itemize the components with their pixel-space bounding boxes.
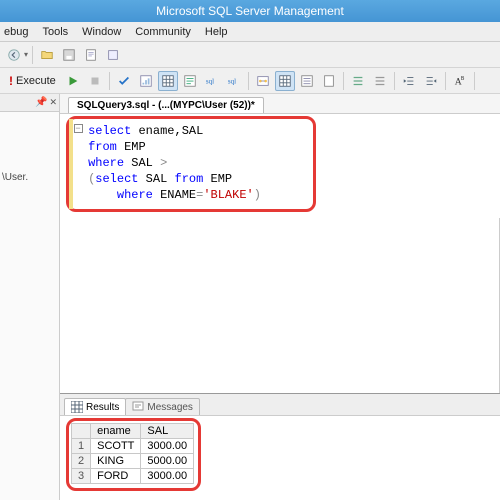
menu-tools[interactable]: Tools	[42, 26, 68, 38]
cell-sal[interactable]: 3000.00	[141, 469, 194, 484]
sql-icon[interactable]: sql	[202, 71, 222, 91]
separator	[474, 72, 475, 90]
tree-node[interactable]: \User.	[0, 112, 59, 183]
separator	[32, 46, 33, 64]
play-debug-button[interactable]	[63, 71, 83, 91]
highlight-box-query: − select ename,SAL from EMP where SAL > …	[66, 116, 316, 212]
object-explorer-panel: 📌 ✕ \User.	[0, 94, 60, 500]
comment-button[interactable]	[348, 71, 368, 91]
col-ename[interactable]: ename	[91, 424, 141, 439]
table-row[interactable]: 2 KING 5000.00	[72, 454, 194, 469]
sql-code[interactable]: select ename,SAL from EMP where SAL > (s…	[88, 123, 261, 203]
row-header-blank	[72, 424, 91, 439]
messages-icon	[132, 401, 144, 413]
cell-sal[interactable]: 5000.00	[141, 454, 194, 469]
execute-button[interactable]: ! Execute	[4, 71, 61, 91]
separator	[109, 72, 110, 90]
menu-bar: ebug Tools Window Community Help	[0, 22, 500, 42]
decrease-indent-button[interactable]	[399, 71, 419, 91]
execute-label: Execute	[16, 75, 56, 87]
main-area: 📌 ✕ \User. SQLQuery3.sql - (...(MYPC\Use…	[0, 94, 500, 500]
panel-header: 📌 ✕	[0, 94, 59, 112]
cell-ename[interactable]: SCOTT	[91, 439, 141, 454]
highlight-box-results: ename SAL 1 SCOTT 3000.00 2 KING 5000.00	[66, 418, 201, 491]
nav-back-button[interactable]	[4, 45, 24, 65]
stop-button[interactable]	[85, 71, 105, 91]
col-sal[interactable]: SAL	[141, 424, 194, 439]
properties-icon[interactable]	[103, 45, 123, 65]
code-editor[interactable]: − select ename,SAL from EMP where SAL > …	[60, 114, 500, 218]
separator	[248, 72, 249, 90]
results-grid[interactable]: ename SAL 1 SCOTT 3000.00 2 KING 5000.00	[71, 423, 194, 484]
execute-icon: !	[9, 74, 13, 88]
table-row[interactable]: 3 FORD 3000.00	[72, 469, 194, 484]
parse-check-button[interactable]	[114, 71, 134, 91]
display-plan-button[interactable]	[136, 71, 156, 91]
header-row: ename SAL	[72, 424, 194, 439]
results-tab-strip: Results Messages	[60, 394, 500, 416]
toolbar-query: ! Execute sql sql AB	[0, 68, 500, 94]
separator	[394, 72, 395, 90]
separator	[343, 72, 344, 90]
results-grid-button[interactable]	[158, 71, 178, 91]
menu-window[interactable]: Window	[82, 26, 121, 38]
cell-ename[interactable]: KING	[91, 454, 141, 469]
results-file-button[interactable]	[319, 71, 339, 91]
menu-community[interactable]: Community	[135, 26, 191, 38]
menu-help[interactable]: Help	[205, 26, 228, 38]
table-row[interactable]: 1 SCOTT 3000.00	[72, 439, 194, 454]
menu-debug[interactable]: ebug	[4, 26, 28, 38]
close-icon[interactable]: ✕	[49, 97, 57, 108]
window-titlebar: Microsoft SQL Server Management	[0, 0, 500, 22]
document-tab[interactable]: SQLQuery3.sql - (...(MYPC\User (52))*	[68, 97, 264, 113]
separator	[445, 72, 446, 90]
results-text-button[interactable]	[180, 71, 200, 91]
document-tab-strip: SQLQuery3.sql - (...(MYPC\User (52))*	[60, 94, 500, 114]
editor-whitespace[interactable]	[60, 218, 500, 393]
window-title: Microsoft SQL Server Management	[156, 4, 344, 18]
sql-icon-2[interactable]: sql	[224, 71, 244, 91]
results-grid-wrap: ename SAL 1 SCOTT 3000.00 2 KING 5000.00	[60, 416, 500, 500]
svg-text:B: B	[461, 76, 465, 82]
toolbar-main: ▾	[0, 42, 500, 68]
pin-icon[interactable]: 📌	[35, 97, 47, 108]
script-icon[interactable]	[81, 45, 101, 65]
editor-area: SQLQuery3.sql - (...(MYPC\User (52))* − …	[60, 94, 500, 500]
tab-results[interactable]: Results	[64, 398, 126, 415]
tab-results-label: Results	[86, 402, 119, 413]
save-icon[interactable]	[59, 45, 79, 65]
folder-icon[interactable]	[37, 45, 57, 65]
row-number: 2	[72, 454, 91, 469]
results-pane: Results Messages ename SAL 1	[60, 393, 500, 500]
svg-text:sql: sql	[206, 77, 214, 85]
svg-text:sql: sql	[228, 77, 236, 85]
chevron-down-icon: ▾	[24, 50, 28, 59]
uncomment-button[interactable]	[370, 71, 390, 91]
specify-values-button[interactable]: AB	[450, 71, 470, 91]
cell-sal[interactable]: 3000.00	[141, 439, 194, 454]
fold-gutter[interactable]: −	[71, 123, 85, 134]
row-number: 1	[72, 439, 91, 454]
tab-messages[interactable]: Messages	[125, 398, 200, 415]
results-options-button[interactable]	[297, 71, 317, 91]
tab-messages-label: Messages	[147, 402, 193, 413]
increase-indent-button[interactable]	[421, 71, 441, 91]
include-stats-button[interactable]	[275, 71, 295, 91]
cell-ename[interactable]: FORD	[91, 469, 141, 484]
change-marker	[69, 119, 73, 209]
grid-icon	[71, 401, 83, 413]
include-plan-button[interactable]	[253, 71, 273, 91]
row-number: 3	[72, 469, 91, 484]
